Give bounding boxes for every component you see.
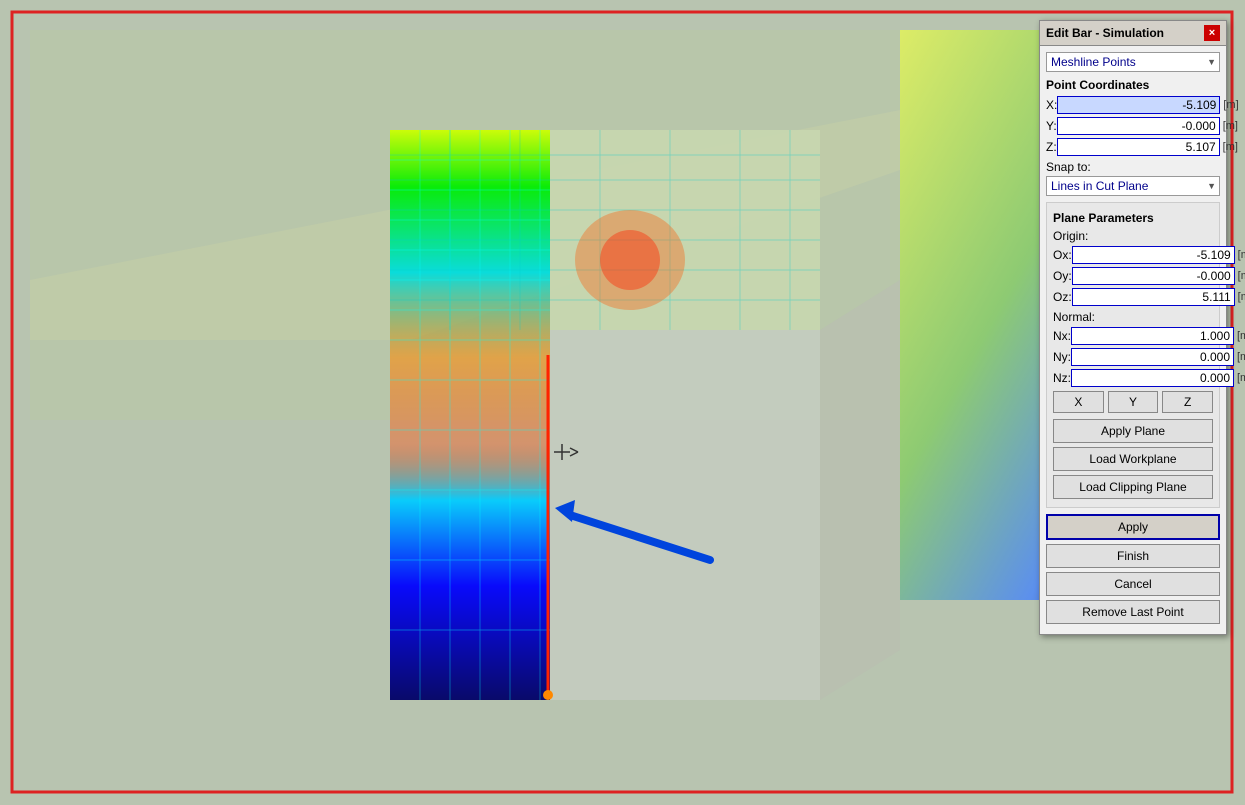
- coord-y-row: Y: [m]: [1046, 117, 1220, 135]
- plane-parameters-header: Plane Parameters: [1053, 211, 1213, 225]
- y-input[interactable]: [1057, 117, 1220, 135]
- meshline-dropdown-wrapper: Meshline Points Grid Points Free Points: [1046, 52, 1220, 72]
- edit-bar-panel: Edit Bar - Simulation × Meshline Points …: [1039, 20, 1227, 635]
- remove-last-point-button[interactable]: Remove Last Point: [1046, 600, 1220, 624]
- load-workplane-button[interactable]: Load Workplane: [1053, 447, 1213, 471]
- oy-label: Oy:: [1053, 269, 1072, 283]
- load-clipping-plane-button[interactable]: Load Clipping Plane: [1053, 475, 1213, 499]
- oy-input[interactable]: [1072, 267, 1235, 285]
- cancel-button[interactable]: Cancel: [1046, 572, 1220, 596]
- y-label: Y:: [1046, 119, 1057, 133]
- normal-label: Normal:: [1053, 310, 1075, 324]
- coord-z-row: Z: [m]: [1046, 138, 1220, 156]
- nx-input[interactable]: [1071, 327, 1234, 345]
- oz-label: Oz:: [1053, 290, 1072, 304]
- nz-label: Nz:: [1053, 371, 1071, 385]
- oy-unit: [m]: [1238, 270, 1245, 282]
- meshline-dropdown[interactable]: Meshline Points Grid Points Free Points: [1046, 52, 1220, 72]
- panel-titlebar: Edit Bar - Simulation ×: [1040, 21, 1226, 46]
- nx-row: Nx: [m]: [1053, 327, 1213, 345]
- x-input[interactable]: [1057, 96, 1220, 114]
- y-axis-button[interactable]: Y: [1108, 391, 1159, 413]
- snap-section: Snap to: Lines in Cut Plane Grid Lines N…: [1046, 160, 1220, 196]
- meshline-dropdown-row: Meshline Points Grid Points Free Points: [1046, 52, 1220, 72]
- z-axis-button[interactable]: Z: [1162, 391, 1213, 413]
- nz-unit: [m]: [1237, 372, 1245, 384]
- x-unit: [m]: [1223, 99, 1238, 111]
- y-unit: [m]: [1223, 120, 1238, 132]
- ox-unit: [m]: [1238, 249, 1245, 261]
- apply-button[interactable]: Apply: [1046, 514, 1220, 540]
- snap-dropdown-wrapper: Lines in Cut Plane Grid Lines None: [1046, 176, 1220, 196]
- z-unit: [m]: [1223, 141, 1238, 153]
- oz-unit: [m]: [1238, 291, 1245, 303]
- oy-row: Oy: [m]: [1053, 267, 1213, 285]
- z-label: Z:: [1046, 140, 1057, 154]
- nz-row: Nz: [m]: [1053, 369, 1213, 387]
- point-coordinates-header: Point Coordinates: [1046, 78, 1220, 92]
- xyz-buttons-row: X Y Z: [1053, 391, 1213, 413]
- apply-plane-button[interactable]: Apply Plane: [1053, 419, 1213, 443]
- ny-label: Ny:: [1053, 350, 1071, 364]
- z-input[interactable]: [1057, 138, 1220, 156]
- close-button[interactable]: ×: [1204, 25, 1220, 41]
- nz-input[interactable]: [1071, 369, 1234, 387]
- panel-title: Edit Bar - Simulation: [1046, 26, 1164, 40]
- ny-row: Ny: [m]: [1053, 348, 1213, 366]
- ny-unit: [m]: [1237, 351, 1245, 363]
- snap-dropdown[interactable]: Lines in Cut Plane Grid Lines None: [1046, 176, 1220, 196]
- oz-row: Oz: [m]: [1053, 288, 1213, 306]
- nx-unit: [m]: [1237, 330, 1245, 342]
- ox-row: Ox: [m]: [1053, 246, 1213, 264]
- origin-label: Origin:: [1053, 229, 1075, 243]
- ox-input[interactable]: [1072, 246, 1235, 264]
- ny-input[interactable]: [1071, 348, 1234, 366]
- finish-button[interactable]: Finish: [1046, 544, 1220, 568]
- plane-parameters-section: Plane Parameters Origin: Ox: [m] Oy: [m]…: [1046, 202, 1220, 508]
- x-label: X:: [1046, 98, 1057, 112]
- x-axis-button[interactable]: X: [1053, 391, 1104, 413]
- oz-input[interactable]: [1072, 288, 1235, 306]
- nx-label: Nx:: [1053, 329, 1071, 343]
- snap-label: Snap to:: [1046, 160, 1220, 174]
- ox-label: Ox:: [1053, 248, 1072, 262]
- coord-x-row: X: [m]: [1046, 96, 1220, 114]
